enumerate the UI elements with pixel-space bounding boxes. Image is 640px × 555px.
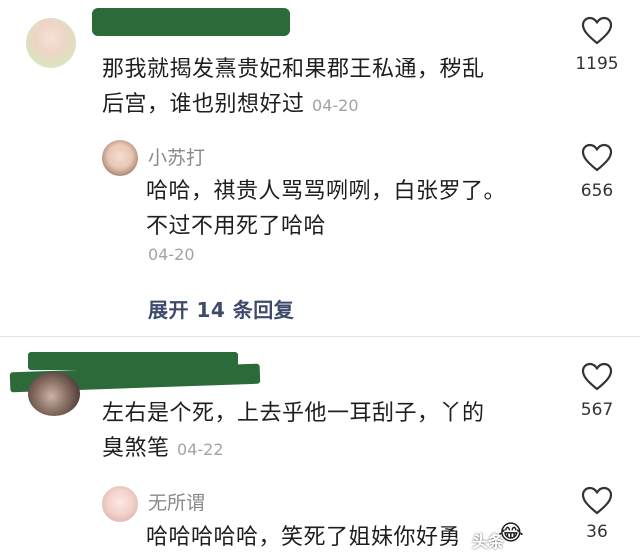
like-button[interactable]: 656 xyxy=(567,143,627,201)
watermark: 头条 xyxy=(472,532,505,551)
expand-replies-link[interactable]: 展开 14 条回复 xyxy=(148,294,294,323)
like-button[interactable]: 567 xyxy=(567,362,627,420)
reply-text: 哈哈，祺贵人骂骂咧咧，白张罗了。 不过不用死了哈哈 xyxy=(146,174,566,244)
reply-text-line1: 哈哈哈哈哈，笑死了姐妹你好勇 xyxy=(146,525,462,550)
heart-icon xyxy=(581,143,613,172)
comment-text-line1: 左右是个死，上去乎他一耳刮子，丫的 xyxy=(102,401,485,426)
comment-text: 那我就揭发熹贵妃和果郡王私通，秽乱 后宫，谁也别想好过 04-20 xyxy=(102,52,572,123)
comment-text-line1: 那我就揭发熹贵妃和果郡王私通，秽乱 xyxy=(102,57,485,82)
heart-icon xyxy=(581,486,613,515)
comment-text: 左右是个死，上去乎他一耳刮子，丫的 臭煞笔 04-22 xyxy=(102,396,572,467)
avatar[interactable] xyxy=(102,486,138,522)
avatar[interactable] xyxy=(26,18,76,68)
avatar[interactable] xyxy=(28,372,80,416)
reply-text-line1: 哈哈，祺贵人骂骂咧咧，白张罗了。 xyxy=(146,179,507,204)
reply-username[interactable]: 小苏打 xyxy=(148,143,205,170)
like-count: 1195 xyxy=(575,54,619,74)
heart-icon xyxy=(581,362,613,391)
comment-date: 04-22 xyxy=(177,440,224,459)
reply-date: 04-20 xyxy=(148,245,195,264)
avatar[interactable] xyxy=(102,140,138,176)
comment-text-line2: 后宫，谁也别想好过 xyxy=(102,92,305,117)
divider xyxy=(0,336,640,337)
reply-text-line2: 不过不用死了哈哈 xyxy=(146,214,327,239)
like-count: 656 xyxy=(580,181,614,201)
like-count: 36 xyxy=(586,522,608,542)
reply-username[interactable]: 无所谓 xyxy=(148,488,205,515)
like-button[interactable]: 36 xyxy=(567,486,627,542)
heart-icon xyxy=(581,16,613,45)
like-count: 567 xyxy=(580,400,614,420)
like-button[interactable]: 1195 xyxy=(567,16,627,74)
comment-text-line2: 臭煞笔 xyxy=(102,436,170,461)
redacted-username xyxy=(92,8,290,36)
comment-date: 04-20 xyxy=(312,96,359,115)
